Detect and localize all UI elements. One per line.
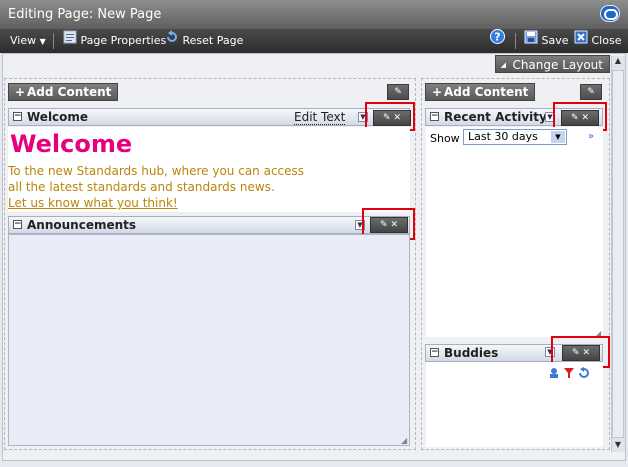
reset-page-button[interactable]: Reset Page: [165, 29, 243, 53]
svg-text:?: ?: [494, 31, 500, 44]
welcome-portlet-header: − Welcome: [8, 108, 410, 126]
collapse-icon[interactable]: −: [13, 112, 22, 121]
resize-grip-icon[interactable]: ◢: [401, 437, 409, 445]
announcements-portlet-header: − Announcements: [8, 216, 410, 234]
collapse-icon[interactable]: −: [13, 220, 22, 229]
page-name: New Page: [97, 7, 162, 22]
close-label: Close: [591, 34, 622, 47]
close-icon: [574, 29, 588, 53]
refresh-icon[interactable]: [578, 367, 590, 382]
view-menu[interactable]: View ▼: [10, 29, 46, 53]
reset-icon: [165, 29, 179, 53]
title-bar: Editing Page: New Page: [0, 0, 628, 29]
feedback-link[interactable]: Let us know what you think!: [8, 196, 178, 210]
right-add-content-button[interactable]: Add Content: [425, 83, 536, 101]
more-icon[interactable]: »: [588, 131, 594, 142]
scroll-thumb[interactable]: [612, 70, 624, 438]
page-properties-icon: [63, 29, 77, 53]
add-buddy-icon[interactable]: [548, 367, 560, 382]
time-range-value: Last 30 days: [468, 130, 538, 143]
left-add-content-button[interactable]: Add Content: [8, 83, 119, 101]
recent-activity-content: [426, 127, 603, 337]
welcome-text-line1: To the new Standards hub, where you can …: [8, 164, 305, 178]
save-label: Save: [541, 34, 569, 47]
scroll-up-icon[interactable]: ▲: [612, 56, 624, 68]
chevron-down-icon: ▼: [39, 37, 46, 46]
reset-page-label: Reset Page: [182, 34, 244, 47]
filter-icon[interactable]: [563, 367, 575, 382]
edit-icon: ✎: [587, 87, 595, 97]
save-icon: [524, 29, 538, 53]
toolbar: View ▼ Page Properties Reset Page ? Save…: [0, 29, 628, 53]
recent-activity-title: Recent Activity: [444, 110, 547, 124]
announcements-portlet-title: Announcements: [27, 218, 137, 232]
help-button[interactable]: ?: [490, 29, 505, 53]
welcome-heading: Welcome: [10, 130, 133, 158]
show-label: Show: [430, 132, 460, 145]
toolbar-divider: [53, 33, 54, 49]
page-properties-label: Page Properties: [80, 34, 167, 47]
change-layout-button[interactable]: Change Layout: [495, 55, 610, 74]
left-column-edit-button[interactable]: ✎: [387, 84, 409, 100]
chevron-down-icon: ▼: [551, 131, 565, 143]
close-button[interactable]: Close: [574, 29, 621, 53]
collapse-icon[interactable]: −: [430, 112, 439, 121]
scroll-down-icon[interactable]: ▼: [612, 440, 624, 452]
help-icon: ?: [490, 29, 505, 53]
save-button[interactable]: Save: [524, 29, 569, 53]
view-menu-label: View: [10, 34, 37, 47]
right-column-edit-button[interactable]: ✎: [580, 84, 602, 100]
buddies-title: Buddies: [444, 346, 499, 360]
page-properties-button[interactable]: Page Properties: [63, 29, 166, 53]
buddies-content: [426, 362, 603, 447]
edit-text-link[interactable]: Edit Text: [294, 110, 346, 125]
welcome-text-line2: all the latest standards and standards n…: [8, 180, 275, 194]
edit-icon: ✎: [394, 87, 402, 97]
toolbar-divider: [515, 33, 516, 49]
collapse-icon[interactable]: −: [430, 348, 439, 357]
welcome-portlet-title: Welcome: [27, 110, 89, 124]
announcements-content: [8, 234, 410, 446]
oracle-logo-icon: [600, 5, 620, 22]
time-range-select[interactable]: Last 30 days ▼: [463, 129, 567, 145]
title-prefix: Editing Page:: [8, 7, 94, 22]
